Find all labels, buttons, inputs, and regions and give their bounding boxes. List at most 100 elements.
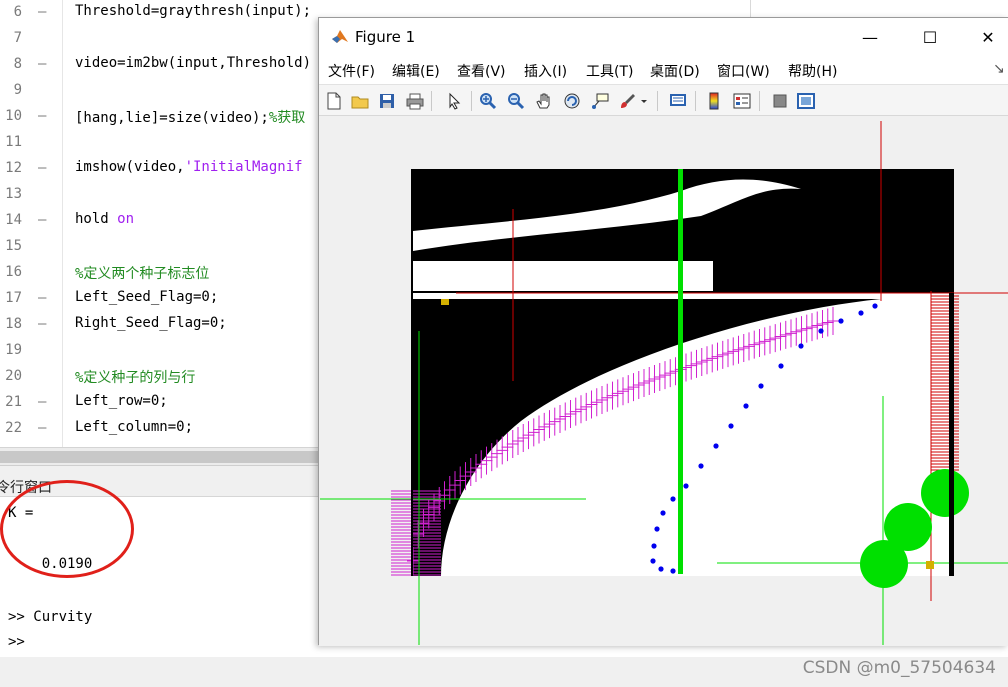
zoom-in-icon[interactable] — [477, 90, 499, 112]
trajectory-dot — [798, 343, 804, 349]
code-text: Left_row=0; — [75, 393, 168, 409]
code-text: %定义两个种子标志位 — [75, 266, 210, 282]
code-text: %定义种子的列与行 — [75, 370, 196, 386]
trajectory-dot — [743, 403, 749, 409]
maximize-button[interactable]: ☐ — [907, 18, 953, 56]
minimize-button[interactable]: — — [847, 18, 893, 56]
line-number: 17 — [5, 290, 22, 306]
green-circle-marker — [921, 469, 969, 517]
hide-plot-tools-icon[interactable] — [769, 90, 791, 112]
breakpoint-dash[interactable]: – — [38, 212, 46, 228]
toolbar-divider — [657, 91, 658, 111]
data-cursor-icon[interactable] — [589, 90, 611, 112]
breakpoint-dash[interactable]: – — [38, 108, 46, 124]
toolbar-divider — [471, 91, 472, 111]
brush-dropdown-icon[interactable] — [639, 90, 649, 112]
menu-overflow-icon[interactable]: ↘ — [993, 61, 1005, 77]
line-number: 13 — [5, 186, 22, 202]
link-plot-icon[interactable] — [667, 90, 689, 112]
cmd-line-7[interactable]: >> — [8, 634, 25, 650]
zoom-out-icon[interactable] — [505, 90, 527, 112]
line-number: 16 — [5, 264, 22, 280]
minimize-icon: — — [862, 27, 878, 47]
image-left-edge — [411, 169, 413, 576]
line-number: 15 — [5, 238, 22, 254]
show-plot-tools-icon[interactable] — [795, 90, 817, 112]
code-text: Right_Seed_Flag=0; — [75, 315, 227, 331]
line-number: 8 — [13, 56, 22, 72]
menu-window[interactable]: 窗口(W) — [717, 61, 770, 81]
breakpoint-dash[interactable]: – — [38, 290, 46, 306]
trajectory-dot — [650, 558, 656, 564]
line-number: 9 — [13, 82, 22, 98]
image-plot — [320, 121, 1008, 645]
line-number: 21 — [5, 394, 22, 410]
trajectory-dot — [670, 568, 676, 574]
insert-legend-icon[interactable] — [731, 90, 753, 112]
matlab-logo-icon — [331, 28, 349, 46]
line-number: 12 — [5, 160, 22, 176]
watermark: CSDN @m0_57504634 — [802, 658, 996, 678]
figure-axes[interactable] — [319, 116, 1008, 646]
code-text: Left_Seed_Flag=0; — [75, 289, 219, 305]
trajectory-dot — [818, 328, 824, 334]
pointer-icon[interactable] — [443, 90, 465, 112]
brush-icon[interactable] — [617, 90, 639, 112]
code-text: video=im2bw(input,Threshold) — [75, 55, 312, 71]
scrollbar-thumb[interactable] — [0, 451, 318, 463]
trajectory-dot — [713, 443, 719, 449]
menu-desktop[interactable]: 桌面(D) — [650, 61, 700, 81]
menu-insert[interactable]: 插入(I) — [524, 61, 567, 81]
code-text: Threshold=graythresh(input); — [75, 3, 312, 19]
new-figure-icon[interactable] — [323, 90, 345, 112]
green-circle-marker — [860, 540, 908, 588]
rotate-3d-icon[interactable] — [561, 90, 583, 112]
trajectory-dot — [778, 363, 784, 369]
code-text: imshow(video,'InitialMagnif — [75, 159, 303, 175]
code-text: [hang,lie]=size(video);%获取 — [75, 110, 306, 126]
breakpoint-dash[interactable]: – — [38, 316, 46, 332]
trajectory-dot — [728, 423, 734, 429]
seed-marker-right — [926, 561, 934, 569]
breakpoint-dash[interactable]: – — [38, 56, 46, 72]
close-button[interactable]: ✕ — [965, 18, 1008, 56]
breakpoint-dash[interactable]: – — [38, 394, 46, 410]
maximize-icon: ☐ — [922, 27, 938, 47]
trajectory-dot — [654, 526, 660, 532]
menu-file[interactable]: 文件(F) — [328, 61, 375, 81]
figure-window[interactable]: Figure 1 — ☐ ✕ 文件(F) 编辑(E) 查看(V) 插入(I) 工… — [318, 17, 1008, 646]
menu-view[interactable]: 查看(V) — [457, 61, 506, 81]
menu-tools[interactable]: 工具(T) — [586, 61, 633, 81]
trajectory-dot — [670, 496, 676, 502]
breakpoint-dash[interactable]: – — [38, 160, 46, 176]
pan-hand-icon[interactable] — [533, 90, 555, 112]
breakpoint-dash[interactable]: – — [38, 420, 46, 436]
line-number: 11 — [5, 134, 22, 150]
menu-edit[interactable]: 编辑(E) — [392, 61, 440, 81]
line-number: 22 — [5, 420, 22, 436]
breakpoint-dash[interactable]: – — [38, 4, 46, 20]
close-icon: ✕ — [981, 27, 995, 47]
trajectory-dot — [683, 483, 689, 489]
line-number: 20 — [5, 368, 22, 384]
toolbar-divider — [431, 91, 432, 111]
trajectory-dot — [858, 310, 864, 316]
open-file-icon[interactable] — [349, 90, 371, 112]
line-number: 14 — [5, 212, 22, 228]
green-center-line — [678, 169, 683, 574]
figure-toolbar — [319, 84, 1008, 116]
trajectory-dot — [872, 303, 878, 309]
image-right-edge — [949, 293, 954, 576]
print-icon[interactable] — [404, 90, 426, 112]
line-number: 10 — [5, 108, 22, 124]
save-icon[interactable] — [376, 90, 398, 112]
figure-titlebar[interactable]: Figure 1 — ☐ ✕ — [319, 18, 1008, 56]
line-number: 6 — [13, 4, 22, 20]
menu-help[interactable]: 帮助(H) — [788, 61, 837, 81]
insert-colorbar-icon[interactable] — [703, 90, 725, 112]
line-number: 18 — [5, 316, 22, 332]
line-number: 19 — [5, 342, 22, 358]
trajectory-dot — [758, 383, 764, 389]
cmd-line-6: >> Curvity — [8, 609, 93, 625]
white-lane-bottom — [413, 261, 713, 291]
